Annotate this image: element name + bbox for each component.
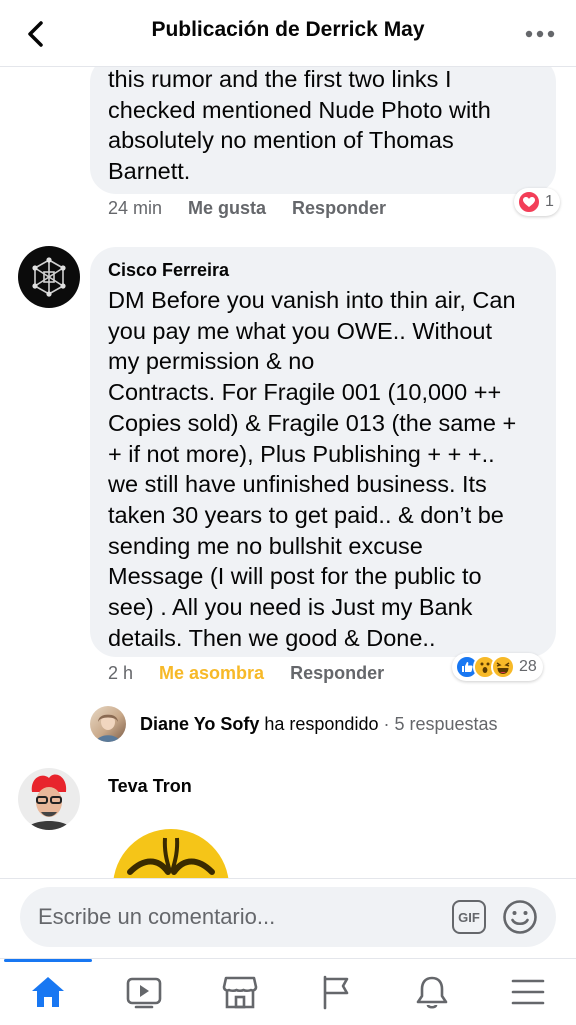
notifications-tab[interactable] bbox=[384, 959, 480, 1025]
pages-tab[interactable] bbox=[288, 959, 384, 1025]
view-replies-link[interactable]: Diane Yo Sofy ha respondido · 5 respuest… bbox=[90, 704, 498, 744]
comment-author[interactable]: Teva Tron bbox=[108, 776, 192, 797]
comment-actions: 2 h Me asombra Responder bbox=[108, 663, 410, 684]
reaction-summary[interactable]: 1 bbox=[514, 188, 560, 216]
reply-action: ha respondido bbox=[259, 713, 379, 734]
comment-placeholder: Escribe un comentario... bbox=[38, 904, 276, 929]
love-reaction-icon bbox=[517, 190, 541, 214]
video-icon bbox=[126, 977, 162, 1009]
comment-input[interactable]: Escribe un comentario... GIF bbox=[20, 887, 556, 947]
home-icon bbox=[32, 977, 64, 1007]
reply-button[interactable]: Responder bbox=[292, 198, 386, 219]
reply-author: Diane Yo Sofy bbox=[140, 713, 260, 734]
home-tab[interactable] bbox=[0, 959, 96, 1025]
reaction-button[interactable]: Me asombra bbox=[159, 663, 264, 684]
haha-reaction-icon bbox=[491, 655, 515, 679]
comment-bubble: Cisco Ferreira DM Before you vanish into… bbox=[90, 247, 556, 657]
store-icon bbox=[222, 976, 258, 1009]
comment-text: DM Before you vanish into thin air, Can … bbox=[108, 287, 517, 651]
like-button[interactable]: Me gusta bbox=[188, 198, 266, 219]
comment-time: 2 h bbox=[108, 663, 134, 683]
hamburger-menu-icon bbox=[511, 979, 545, 1005]
top-bar: Publicación de Derrick May bbox=[0, 0, 576, 67]
bell-icon bbox=[416, 976, 448, 1009]
comment-actions: 24 min Me gusta Responder bbox=[108, 198, 412, 219]
avatar[interactable] bbox=[18, 246, 80, 308]
page-title: Publicación de Derrick May bbox=[151, 18, 425, 41]
bottom-navigation bbox=[0, 958, 576, 1025]
reply-button[interactable]: Responder bbox=[290, 663, 384, 684]
comment-time: 24 min bbox=[108, 198, 163, 218]
comment-bubble: this rumor and the first two links I che… bbox=[90, 56, 556, 194]
reply-avatar bbox=[90, 706, 126, 742]
reaction-count: 28 bbox=[519, 658, 537, 675]
reaction-count: 1 bbox=[545, 193, 554, 210]
watch-tab[interactable] bbox=[96, 959, 192, 1025]
emoji-sticker bbox=[112, 828, 230, 878]
flag-icon bbox=[323, 975, 349, 1010]
reaction-summary[interactable]: 28 bbox=[452, 653, 543, 681]
marketplace-tab[interactable] bbox=[192, 959, 288, 1025]
more-options-icon[interactable] bbox=[520, 16, 560, 52]
comment-composer: Escribe un comentario... GIF bbox=[0, 878, 576, 959]
avatar[interactable] bbox=[18, 768, 80, 830]
emoji-icon[interactable] bbox=[502, 899, 538, 935]
comment-text: this rumor and the first two links I che… bbox=[108, 66, 491, 185]
reply-count: · 5 respuestas bbox=[378, 713, 498, 734]
comment-author[interactable]: Cisco Ferreira bbox=[108, 260, 542, 281]
menu-tab[interactable] bbox=[480, 959, 576, 1025]
gif-button[interactable]: GIF bbox=[452, 900, 486, 934]
